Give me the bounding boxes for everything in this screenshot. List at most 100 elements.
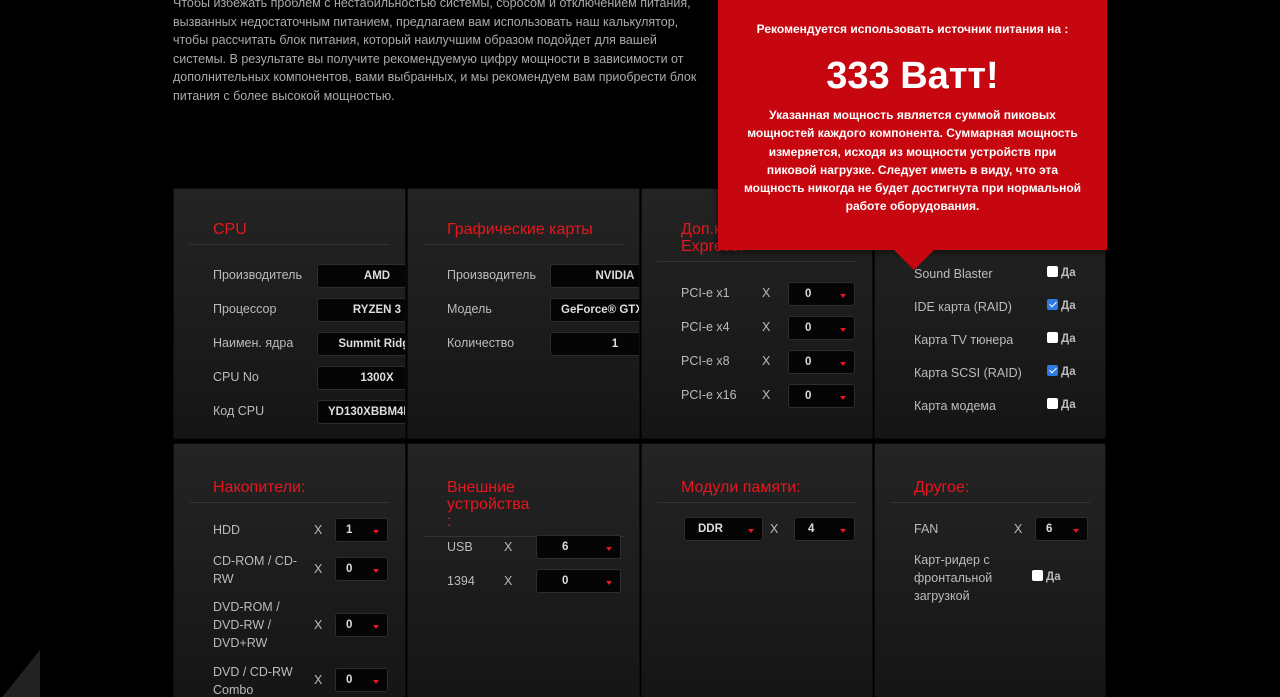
checkbox-checked-icon <box>1047 299 1058 310</box>
popup-heading: Рекомендуется использовать источник пита… <box>756 22 1069 36</box>
usb-label: USB <box>447 540 473 554</box>
pcie-x8-label: PCI-e x8 <box>681 354 730 368</box>
firewire-value: 0 <box>562 575 569 587</box>
checkbox-label: Да <box>1061 399 1076 411</box>
psu-result-popup: Рекомендуется использовать источник пита… <box>718 0 1107 270</box>
firewire-select[interactable]: 0 <box>536 569 621 593</box>
card-scsi-raid-label: Карта SCSI (RAID) <box>914 366 1022 380</box>
checkbox-checked-icon <box>1047 365 1058 376</box>
cpu-number-field[interactable]: 1300X <box>317 366 405 390</box>
other-title: Другое: <box>890 479 1090 503</box>
card-ide-raid-label: IDE карта (RAID) <box>914 300 1012 314</box>
dvdrom-select[interactable]: 0 <box>335 613 388 637</box>
dvdrom-multiplier: X <box>314 618 323 632</box>
firewire-label: 1394 <box>447 574 475 588</box>
pcie-x16-select[interactable]: 0 <box>788 384 855 408</box>
gpu-manufacturer-field[interactable]: NVIDIA <box>550 264 639 288</box>
hdd-multiplier: X <box>314 523 323 537</box>
pcie-title-line1: Доп.к <box>681 221 722 238</box>
pcie-x4-select[interactable]: 0 <box>788 316 855 340</box>
gpu-count-label: Количество <box>447 336 515 350</box>
card-sound-blaster-checkbox[interactable]: Да <box>1047 266 1076 280</box>
chevron-down-icon <box>840 362 846 366</box>
firewire-multiplier: X <box>504 574 513 588</box>
cdrom-multiplier: X <box>314 562 323 576</box>
card-reader-label: Карт-ридер с фронтальной загрузкой <box>914 553 993 603</box>
chevron-down-icon <box>840 328 846 332</box>
storage-title: Накопители: <box>189 479 390 503</box>
pcie-x1-value: 0 <box>805 288 812 300</box>
gpu-title: Графические карты <box>423 221 624 245</box>
card-tv-tuner-checkbox[interactable]: Да <box>1047 332 1076 346</box>
pcie-x16-value: 0 <box>805 390 812 402</box>
pcie-x4-label: PCI-e x4 <box>681 320 730 334</box>
pcie-x1-select[interactable]: 0 <box>788 282 855 306</box>
cpu-code-field[interactable]: YD130XBBM4KAE <box>317 400 405 424</box>
fan-label: FAN <box>914 522 939 536</box>
cdrom-value: 0 <box>346 563 353 575</box>
chevron-down-icon <box>840 294 846 298</box>
external-panel: Внешние устройства : USB X 6 1394 X 0 <box>407 443 640 697</box>
cpu-number-label: CPU No <box>213 370 259 384</box>
card-modem-checkbox[interactable]: Да <box>1047 398 1076 412</box>
checkbox-label: Да <box>1046 571 1061 583</box>
memory-panel: Модули памяти: DDR X 4 <box>641 443 873 697</box>
other-panel: Другое: FAN X 6 Карт-ридер с фронтальной… <box>874 443 1106 697</box>
fan-multiplier: X <box>1014 522 1023 536</box>
gpu-model-field[interactable]: GeForce® GTX 1050 <box>550 298 639 322</box>
cpu-manufacturer-field[interactable]: AMD <box>317 264 405 288</box>
memory-type-select[interactable]: DDR <box>684 517 763 541</box>
cpu-processor-label: Процессор <box>213 302 277 316</box>
usb-value: 6 <box>562 541 569 553</box>
hdd-label: HDD <box>213 523 241 537</box>
fan-select[interactable]: 6 <box>1035 517 1088 541</box>
card-scsi-raid-checkbox[interactable]: Да <box>1047 365 1076 379</box>
pcie-x16-multiplier: X <box>762 388 771 402</box>
dvd-combo-multiplier: X <box>314 673 323 687</box>
chevron-down-icon <box>840 396 846 400</box>
cpu-manufacturer-label: Производитель <box>213 268 302 282</box>
chevron-down-icon <box>748 529 754 533</box>
chevron-down-icon <box>373 625 379 629</box>
memory-multiplier: X <box>770 522 779 536</box>
gpu-model-label: Модель <box>447 302 492 316</box>
dvd-combo-select[interactable]: 0 <box>335 668 388 692</box>
chevron-down-icon <box>840 529 846 533</box>
chevron-down-icon <box>373 530 379 534</box>
hdd-value: 1 <box>346 524 353 536</box>
usb-select[interactable]: 6 <box>536 535 621 559</box>
pcie-x16-label: PCI-e x16 <box>681 388 737 402</box>
cdrom-label: CD-ROM / CD-RW <box>213 554 298 586</box>
dvdrom-value: 0 <box>346 619 353 631</box>
recommended-wattage: 333 Ватт! <box>826 55 999 97</box>
psu-calculator-page: Чтобы избежать проблем с нестабильностью… <box>0 0 1280 697</box>
card-ide-raid-checkbox[interactable]: Да <box>1047 299 1076 313</box>
dvdrom-label: DVD-ROM / DVD-RW / DVD+RW <box>213 600 280 650</box>
fan-value: 6 <box>1046 523 1053 535</box>
gpu-count-field[interactable]: 1 <box>550 332 639 356</box>
cdrom-select[interactable]: 0 <box>335 557 388 581</box>
hdd-select[interactable]: 1 <box>335 518 388 542</box>
pcie-x8-select[interactable]: 0 <box>788 350 855 374</box>
checkbox-icon <box>1032 570 1043 581</box>
gpu-manufacturer-label: Производитель <box>447 268 536 282</box>
memory-title: Модули памяти: <box>657 479 857 503</box>
pcie-x8-value: 0 <box>805 356 812 368</box>
cpu-core-name-label: Наимен. ядра <box>213 336 294 350</box>
chevron-down-icon <box>606 547 612 551</box>
card-reader-checkbox[interactable]: Да <box>1032 570 1061 584</box>
cpu-title: CPU <box>189 221 390 245</box>
pcie-x4-multiplier: X <box>762 320 771 334</box>
chevron-down-icon <box>606 581 612 585</box>
checkbox-icon <box>1047 266 1058 277</box>
chevron-down-icon <box>1073 529 1079 533</box>
cpu-processor-field[interactable]: RYZEN 3 <box>317 298 405 322</box>
pcie-x8-multiplier: X <box>762 354 771 368</box>
checkbox-icon <box>1047 332 1058 343</box>
external-title: Внешние устройства : <box>423 479 624 537</box>
memory-count-select[interactable]: 4 <box>794 517 855 541</box>
card-tv-tuner-label: Карта TV тюнера <box>914 333 1014 347</box>
gpu-panel: Графические карты Производитель NVIDIA М… <box>407 188 640 439</box>
pcie-x1-label: PCI-e x1 <box>681 286 730 300</box>
cpu-core-name-field[interactable]: Summit Ridge <box>317 332 405 356</box>
